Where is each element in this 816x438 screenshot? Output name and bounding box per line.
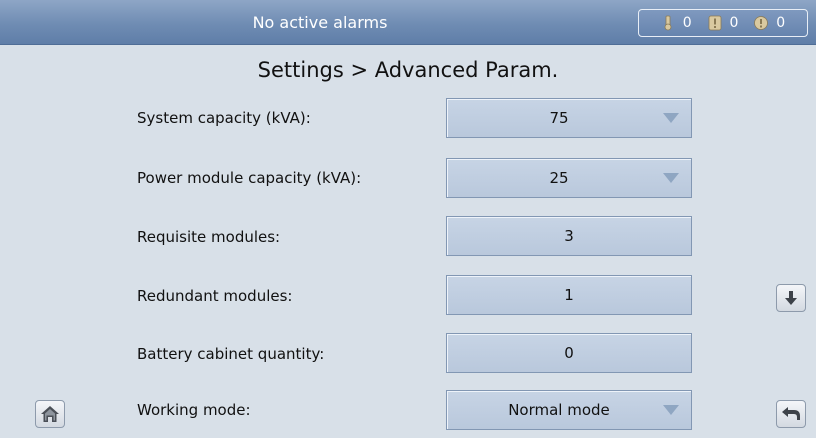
redundant-modules-input[interactable]: 1	[446, 275, 692, 315]
working-mode-label: Working mode:	[137, 401, 251, 419]
minor-alarm-icon	[754, 16, 769, 30]
major-alarm-counter[interactable]: 0	[708, 15, 739, 31]
power-module-capacity-dropdown[interactable]: 25	[446, 158, 692, 198]
home-icon	[41, 406, 59, 422]
system-capacity-value: 75	[549, 109, 569, 127]
requisite-modules-value: 3	[564, 227, 574, 245]
back-button[interactable]	[776, 400, 806, 428]
requisite-modules-input[interactable]: 3	[446, 216, 692, 256]
requisite-modules-label: Requisite modules:	[137, 228, 281, 246]
arrow-down-icon	[785, 291, 797, 305]
system-capacity-label: System capacity (kVA):	[137, 109, 311, 127]
power-module-capacity-value: 25	[549, 169, 569, 187]
chevron-down-icon	[663, 173, 679, 183]
battery-cabinet-quantity-input[interactable]: 0	[446, 333, 692, 373]
page-title: Settings > Advanced Param.	[257, 58, 559, 82]
working-mode-value: Normal mode	[508, 401, 610, 419]
chevron-down-icon	[663, 405, 679, 415]
critical-alarm-counter[interactable]: 0	[661, 15, 692, 31]
system-capacity-dropdown[interactable]: 75	[446, 98, 692, 138]
critical-alarm-icon	[664, 15, 672, 31]
critical-alarm-count: 0	[682, 15, 692, 31]
major-alarm-icon	[708, 15, 721, 31]
home-button[interactable]	[35, 400, 65, 428]
minor-alarm-count: 0	[776, 15, 786, 31]
back-arrow-icon	[782, 407, 800, 420]
alarm-counter-panel[interactable]: 0 0 0	[638, 9, 808, 37]
alarm-status-text[interactable]: No active alarms	[0, 0, 640, 45]
redundant-modules-label: Redundant modules:	[137, 287, 293, 305]
chevron-down-icon	[663, 113, 679, 123]
battery-cabinet-quantity-value: 0	[564, 344, 574, 362]
scroll-down-button[interactable]	[776, 284, 806, 312]
major-alarm-count: 0	[729, 15, 739, 31]
battery-cabinet-quantity-label: Battery cabinet quantity:	[137, 345, 325, 363]
working-mode-dropdown[interactable]: Normal mode	[446, 390, 692, 430]
power-module-capacity-label: Power module capacity (kVA):	[137, 169, 362, 187]
top-status-bar: No active alarms 0 0 0	[0, 0, 816, 45]
redundant-modules-value: 1	[564, 286, 574, 304]
minor-alarm-counter[interactable]: 0	[754, 15, 785, 31]
